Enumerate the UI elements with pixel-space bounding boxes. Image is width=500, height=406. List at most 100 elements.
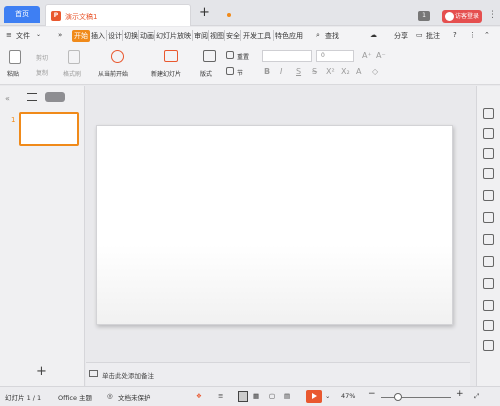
font-size-value: 0 — [321, 52, 325, 59]
theme-name[interactable]: Office 主题 — [58, 392, 92, 402]
zoom-slider-handle[interactable] — [394, 393, 402, 401]
collapse-ribbon-icon[interactable]: ⌃ — [484, 31, 490, 39]
search-icon[interactable]: ⌕ — [316, 31, 320, 40]
font-size-field[interactable]: 0 — [316, 50, 354, 62]
new-slide-button[interactable]: 新建幻灯片 — [151, 69, 181, 78]
chart-icon[interactable] — [483, 212, 494, 223]
reading-view-icon[interactable]: ▢ — [269, 392, 275, 400]
collapse-panel-icon[interactable]: « — [5, 94, 10, 103]
chevron-down-icon[interactable]: ⌄ — [325, 392, 330, 400]
paste-button[interactable]: 粘贴 — [7, 69, 19, 78]
tab-transition[interactable]: 切换 — [124, 31, 138, 41]
reset-button[interactable]: 重置 — [237, 52, 249, 61]
play-from-current-icon[interactable] — [111, 50, 124, 63]
tab-developer[interactable]: 开发工具 — [243, 31, 271, 41]
outline-view-icon[interactable] — [27, 93, 37, 101]
font-color-icon[interactable]: A — [356, 67, 361, 76]
strikethrough-icon[interactable]: S̶ — [312, 67, 317, 76]
slides-view-icon[interactable] — [45, 92, 65, 102]
tab-start[interactable]: 开始 — [72, 30, 90, 42]
tab-design[interactable]: 设计 — [108, 31, 122, 41]
home-tab[interactable]: 首页 — [4, 6, 40, 23]
add-slide-button[interactable]: + — [36, 364, 47, 379]
shape-icon[interactable] — [483, 148, 494, 159]
increase-font-icon[interactable]: A⁺ — [362, 51, 372, 60]
reset-icon[interactable] — [226, 51, 234, 59]
layout-icon[interactable] — [203, 50, 216, 62]
file-menu[interactable]: 文件 — [16, 31, 30, 41]
notes-toggle-icon[interactable]: ≡ — [218, 392, 223, 400]
cloud-icon[interactable]: ☁ — [370, 31, 377, 39]
help-button[interactable]: ? — [453, 31, 457, 39]
presenter-view-icon[interactable]: ▤ — [284, 392, 290, 400]
format-painter-button[interactable]: 格式刷 — [63, 69, 81, 78]
format-painter-icon[interactable] — [68, 50, 80, 64]
beautify-icon[interactable]: ❖ — [196, 392, 202, 400]
tab-slideshow[interactable]: 幻灯片放映 — [156, 31, 191, 41]
tab-special[interactable]: 特色应用 — [275, 31, 303, 41]
new-tab-button[interactable]: + — [199, 6, 210, 19]
fill-icon[interactable] — [483, 168, 494, 179]
paste-icon[interactable] — [9, 50, 21, 64]
help-panel-icon[interactable] — [483, 340, 494, 351]
expand-icon[interactable]: » — [58, 31, 62, 39]
clear-format-icon[interactable]: ◇ — [372, 67, 378, 76]
fit-window-icon[interactable]: ⤢ — [474, 392, 479, 401]
more-options-icon[interactable]: ⋮ — [469, 31, 476, 39]
new-slide-icon[interactable] — [164, 50, 178, 62]
decrease-font-icon[interactable]: A⁻ — [376, 51, 386, 60]
login-button[interactable]: 访客登录 — [442, 10, 482, 23]
section-button[interactable]: 节 — [237, 68, 243, 77]
comment-icon[interactable]: ▭ — [416, 31, 423, 39]
tab-security[interactable]: 安全 — [226, 31, 240, 41]
box-icon[interactable] — [483, 300, 494, 311]
sorter-view-icon[interactable]: ▦ — [253, 392, 259, 400]
play-button[interactable] — [306, 390, 322, 403]
tab-view[interactable]: 视图 — [210, 31, 224, 41]
slide-thumbnail[interactable] — [19, 112, 79, 146]
copy-button[interactable]: 复制 — [36, 68, 48, 77]
comment-panel-icon[interactable] — [483, 320, 494, 331]
animation-icon[interactable] — [483, 190, 494, 201]
copy-format-icon[interactable] — [483, 128, 494, 139]
unsaved-dot-icon[interactable] — [227, 13, 231, 17]
zoom-slider[interactable] — [381, 397, 451, 398]
tab-insert[interactable]: 插入 — [91, 31, 105, 41]
slide-canvas[interactable] — [96, 125, 453, 325]
superscript-icon[interactable]: X² — [326, 67, 335, 76]
backup-icon[interactable] — [483, 256, 494, 267]
share-icon[interactable] — [483, 278, 494, 289]
template-icon[interactable] — [483, 234, 494, 245]
search-button[interactable]: 查找 — [325, 31, 339, 41]
zoom-in-button[interactable]: + — [456, 389, 464, 399]
divider — [240, 30, 241, 41]
cut-button[interactable]: 剪切 — [36, 53, 48, 62]
window-count-badge[interactable]: 1 — [418, 11, 430, 21]
from-current-button[interactable]: 从当前开始 — [98, 69, 128, 78]
bold-button[interactable]: B — [264, 67, 270, 76]
font-name-field[interactable] — [262, 50, 312, 62]
notes-area[interactable]: 单击此处添加备注 — [86, 362, 470, 386]
shield-icon: ◎ — [107, 392, 113, 400]
more-icon[interactable]: ⋮ — [488, 10, 497, 20]
zoom-out-button[interactable]: − — [368, 389, 376, 399]
layout-button[interactable]: 版式 — [200, 69, 212, 78]
underline-button[interactable]: S — [296, 67, 301, 76]
divider — [138, 30, 139, 41]
tab-animation[interactable]: 动画 — [140, 31, 154, 41]
tab-review[interactable]: 审阅 — [194, 31, 208, 41]
section-icon[interactable] — [226, 67, 234, 75]
design-icon[interactable] — [483, 108, 494, 119]
share-button[interactable]: 分享 — [394, 31, 408, 41]
subscript-icon[interactable]: X₂ — [341, 67, 350, 76]
italic-button[interactable]: I — [280, 67, 282, 76]
slide-count: 幻灯片 1 / 1 — [5, 394, 42, 402]
login-label: 访客登录 — [455, 13, 480, 20]
document-tab[interactable]: P 演示文稿1 — [45, 4, 231, 26]
protection-status[interactable]: 文档未保护 — [118, 392, 151, 402]
comment-button[interactable]: 批注 — [426, 31, 440, 41]
normal-view-icon[interactable] — [238, 391, 248, 402]
hamburger-icon[interactable]: ≡ — [6, 31, 12, 39]
chevron-down-icon[interactable]: ⌄ — [36, 31, 41, 38]
zoom-level[interactable]: 47% — [341, 392, 355, 400]
